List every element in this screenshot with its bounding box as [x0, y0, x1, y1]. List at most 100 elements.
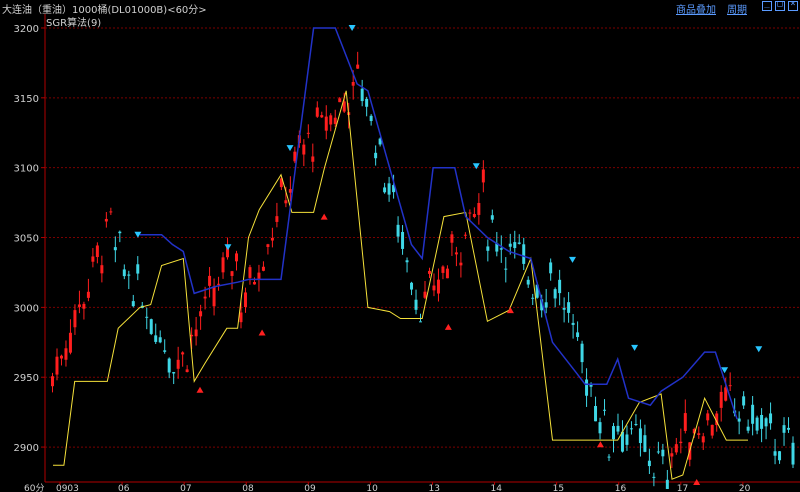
- candle-body: [679, 441, 683, 444]
- candle-body: [427, 270, 431, 274]
- candle-body: [562, 307, 566, 310]
- candle-body: [697, 433, 701, 435]
- candle-body: [221, 257, 225, 273]
- y-tick-label: 3150: [14, 94, 39, 105]
- period-label: 60分: [24, 483, 44, 492]
- candle-body: [423, 291, 427, 298]
- candle-body: [113, 247, 117, 251]
- candle-body: [580, 343, 584, 363]
- candle-body: [383, 187, 387, 193]
- candle-body: [490, 215, 494, 220]
- candle-body: [194, 329, 198, 337]
- candle-body: [324, 116, 328, 131]
- candle-body: [109, 211, 113, 213]
- candle-body: [620, 431, 624, 452]
- candle-body: [118, 231, 122, 234]
- x-tick-label: 16: [615, 484, 627, 492]
- candle-body: [369, 115, 373, 122]
- candle-body: [481, 169, 485, 183]
- candle-body: [230, 271, 234, 276]
- candle-body: [410, 282, 414, 290]
- candle-body: [719, 391, 723, 408]
- candle-body: [764, 418, 768, 427]
- candle-body: [136, 264, 140, 274]
- candle-body: [208, 275, 212, 286]
- x-tick-label: 17: [677, 484, 688, 492]
- candle-body: [396, 224, 400, 237]
- candle-body: [567, 302, 571, 313]
- candle-body: [73, 310, 77, 328]
- candle-body: [647, 460, 651, 467]
- candle-body: [131, 301, 135, 307]
- candle-body: [329, 115, 333, 125]
- buy-marker: [596, 441, 604, 448]
- candle-body: [504, 268, 508, 270]
- candle-body: [656, 451, 660, 453]
- candle-body: [459, 262, 463, 266]
- candle-body: [737, 418, 741, 422]
- candle-body: [167, 358, 171, 373]
- candle-body: [544, 302, 548, 308]
- candle-body: [791, 442, 795, 465]
- candle-body: [755, 417, 759, 431]
- y-tick-label: 2900: [14, 443, 39, 454]
- candle-body: [513, 242, 517, 249]
- candle-body: [643, 435, 647, 452]
- candle-body: [270, 237, 274, 241]
- x-tick-label: 13: [428, 484, 439, 492]
- candle-body: [95, 245, 99, 258]
- candle-body: [558, 279, 562, 294]
- candle-body: [445, 268, 449, 279]
- candle-body: [154, 335, 158, 342]
- candle-body: [306, 132, 310, 134]
- candle-body: [387, 183, 391, 195]
- candle-body: [235, 253, 238, 262]
- candle-body: [499, 248, 503, 250]
- candle-body: [275, 216, 279, 222]
- candle-body: [284, 200, 288, 204]
- candle-body: [55, 356, 59, 375]
- sell-marker: [472, 163, 480, 170]
- candle-body: [638, 428, 642, 444]
- candle-body: [683, 413, 687, 431]
- candle-body: [436, 279, 440, 294]
- candle-body: [665, 479, 669, 489]
- candle-body: [728, 385, 732, 387]
- candle-body: [486, 246, 490, 251]
- sell-marker: [631, 344, 639, 351]
- x-tick-label: 15: [553, 484, 564, 492]
- candle-body: [302, 144, 306, 155]
- candle-body: [598, 422, 602, 434]
- candle-body: [576, 332, 580, 338]
- candle-body: [526, 279, 530, 285]
- candle-body: [288, 189, 292, 193]
- candle-body: [374, 152, 378, 159]
- candle-body: [454, 252, 458, 255]
- candle-body: [674, 444, 678, 453]
- candle-body: [531, 297, 535, 299]
- candle-body: [594, 406, 598, 422]
- candle-body: [365, 98, 369, 107]
- candle-body: [746, 426, 750, 431]
- candle-body: [585, 379, 589, 396]
- resistance-line: [139, 27, 738, 420]
- support-line: [53, 90, 748, 480]
- candle-body: [778, 451, 782, 461]
- candle-body: [64, 348, 68, 360]
- candle-body: [701, 436, 705, 443]
- candle-body: [158, 337, 162, 343]
- x-tick-label: 06: [118, 484, 130, 492]
- candle-body: [266, 244, 270, 247]
- candle-body: [320, 115, 324, 118]
- candle-body: [634, 424, 638, 426]
- candle-body: [104, 218, 108, 222]
- candle-body: [360, 88, 364, 102]
- candle-body: [603, 409, 607, 411]
- x-tick-label: 10: [366, 484, 378, 492]
- candle-body: [463, 234, 467, 236]
- y-tick-label: 3200: [14, 24, 39, 35]
- candle-body: [163, 350, 167, 352]
- price-chart[interactable]: 2900 2950 3000 3050 3100 3150 3200 60分 0903 06 07 0…: [0, 0, 800, 492]
- candle-body: [248, 267, 252, 278]
- buy-marker: [196, 386, 204, 393]
